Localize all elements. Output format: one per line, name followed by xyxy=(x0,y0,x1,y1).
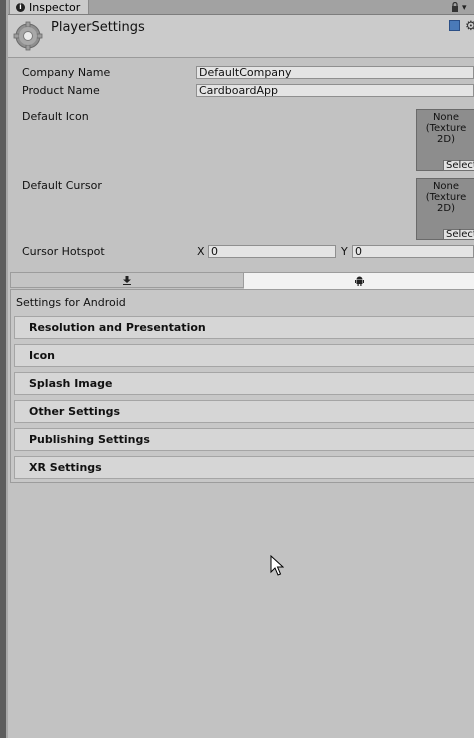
tab-inspector[interactable]: i Inspector xyxy=(9,0,89,14)
default-icon-select-button[interactable]: Select xyxy=(443,160,474,171)
page-title: PlayerSettings xyxy=(51,20,145,35)
product-name-field[interactable]: CardboardApp xyxy=(196,84,474,97)
mouse-pointer-icon xyxy=(270,555,284,576)
tab-inspector-label: Inspector xyxy=(29,0,81,14)
info-icon: i xyxy=(16,2,25,12)
default-icon-label: Default Icon xyxy=(22,110,89,123)
section-publishing-settings[interactable]: Publishing Settings xyxy=(14,428,474,451)
download-icon xyxy=(123,275,131,285)
help-book-icon[interactable] xyxy=(449,20,460,31)
hotspot-x-label: X xyxy=(197,245,205,258)
hotspot-x-field[interactable]: 0 xyxy=(208,245,336,258)
cursor-hotspot-label: Cursor Hotspot xyxy=(22,245,105,258)
company-name-field[interactable]: DefaultCompany xyxy=(196,66,474,79)
default-icon-slot-text: None (Texture 2D) xyxy=(425,112,467,145)
section-splash-image[interactable]: Splash Image xyxy=(14,372,474,395)
company-name-label: Company Name xyxy=(22,66,111,79)
lock-icon[interactable] xyxy=(451,2,459,12)
hotspot-y-label: Y xyxy=(341,245,348,258)
default-cursor-label: Default Cursor xyxy=(22,179,102,192)
product-name-label: Product Name xyxy=(22,84,100,97)
android-icon xyxy=(354,276,364,286)
default-cursor-slot-text: None (Texture 2D) xyxy=(425,181,467,214)
hotspot-y-field[interactable]: 0 xyxy=(352,245,474,258)
tab-menu-icon[interactable]: ▾ xyxy=(462,3,467,13)
default-cursor-select-button[interactable]: Select xyxy=(443,229,474,240)
player-settings-gear-icon xyxy=(13,21,43,51)
settings-for-label: Settings for Android xyxy=(16,296,126,309)
tab-android[interactable] xyxy=(244,272,474,289)
settings-gear-icon[interactable]: ⚙ xyxy=(465,19,474,34)
tab-standalone[interactable] xyxy=(10,272,244,288)
section-resolution-and-presentation[interactable]: Resolution and Presentation xyxy=(14,316,474,339)
section-icon[interactable]: Icon xyxy=(14,344,474,367)
section-other-settings[interactable]: Other Settings xyxy=(14,400,474,423)
section-xr-settings[interactable]: XR Settings xyxy=(14,456,474,479)
panel-edge-divider xyxy=(6,0,8,738)
